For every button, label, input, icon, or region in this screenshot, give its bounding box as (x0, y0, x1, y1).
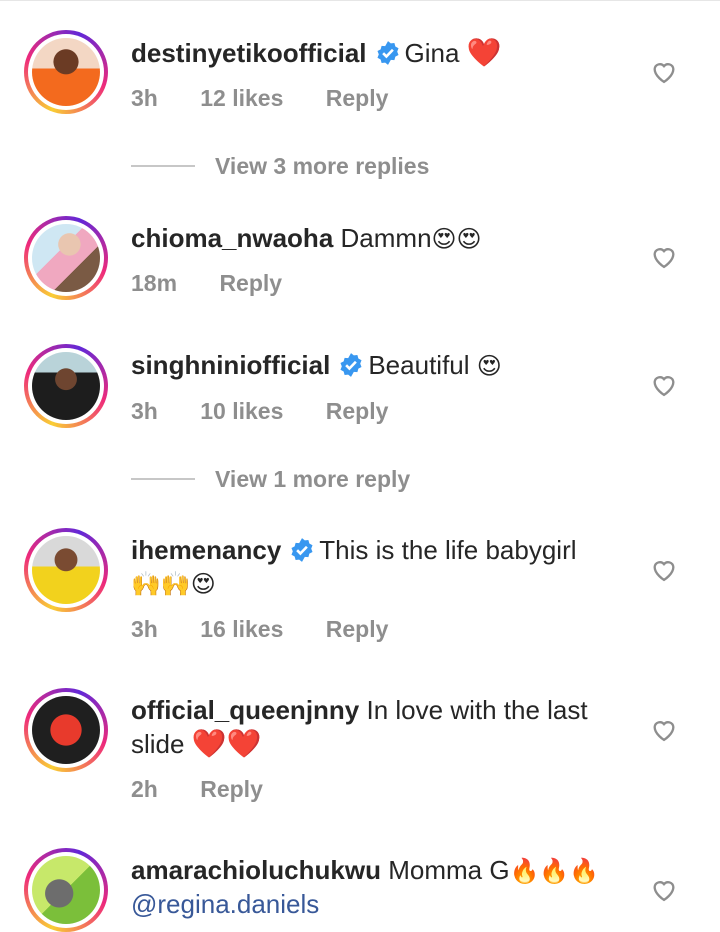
comment-text: Beautiful (368, 350, 470, 380)
timestamp: 3h (131, 85, 158, 111)
comment-body: chioma_nwaoha Dammn😍😍 (131, 222, 631, 256)
avatar[interactable] (24, 344, 108, 428)
verified-badge-icon (291, 538, 313, 562)
comment-text: Dammn (340, 223, 432, 253)
comment-body: destinyetikoofficial Gina ❤️ (131, 36, 631, 70)
likes-count[interactable]: 12 likes (200, 85, 283, 111)
reply-button[interactable]: Reply (219, 270, 282, 296)
username[interactable]: amarachioluchukwu (131, 855, 381, 885)
username[interactable]: official_queenjnny (131, 695, 359, 725)
divider (131, 478, 195, 480)
view-replies-button[interactable]: View 3 more replies (131, 151, 429, 181)
timestamp: 3h (131, 616, 158, 642)
comment-emoji: 😍😍 (431, 225, 482, 253)
timestamp: 18m (131, 270, 178, 296)
timestamp: 2h (131, 776, 158, 802)
comment-emoji: ❤️❤️ (191, 728, 262, 759)
mention-link[interactable]: @regina.daniels (131, 889, 319, 919)
heart-outline-icon[interactable] (650, 58, 678, 86)
likes-count[interactable]: 10 likes (200, 398, 283, 424)
comment-text: Gina (404, 38, 460, 68)
avatar[interactable] (24, 528, 108, 612)
heart-outline-icon[interactable] (650, 371, 678, 399)
comment-meta: 3h 12 likes Reply (131, 85, 424, 112)
reply-button[interactable]: Reply (326, 398, 389, 424)
comment-meta: 2h Reply (131, 776, 299, 803)
divider (0, 0, 720, 1)
heart-outline-icon[interactable] (650, 716, 678, 744)
username[interactable]: singhniniofficial (131, 350, 330, 380)
comment-text: Momma G (388, 855, 510, 885)
avatar[interactable] (24, 848, 108, 932)
comment-body: amarachioluchukwu Momma G🔥🔥🔥 @regina.dani… (131, 854, 631, 921)
comment-emoji: 😍 (476, 352, 502, 380)
view-replies-button[interactable]: View 1 more reply (131, 464, 410, 494)
divider (131, 165, 195, 167)
comment-meta: 3h 10 likes Reply (131, 398, 424, 425)
comment-emoji: 🙌🙌😍 (131, 570, 216, 598)
comment-body: official_queenjnny In love with the last… (131, 694, 631, 761)
reply-button[interactable]: Reply (326, 85, 389, 111)
comment-meta: 3h 16 likes Reply (131, 616, 424, 643)
avatar[interactable] (24, 216, 108, 300)
heart-outline-icon[interactable] (650, 243, 678, 271)
reply-button[interactable]: Reply (200, 776, 263, 802)
comment-emoji: 🔥🔥🔥 (509, 857, 600, 885)
comment-body: ihemenancy This is the life babygirl 🙌🙌😍 (131, 534, 631, 601)
comment-meta: 18m Reply (131, 270, 318, 297)
avatar[interactable] (24, 30, 108, 114)
username[interactable]: chioma_nwaoha (131, 223, 333, 253)
heart-outline-icon[interactable] (650, 556, 678, 584)
comment-emoji: ❤️ (466, 37, 502, 68)
likes-count[interactable]: 16 likes (200, 616, 283, 642)
comment-text: This is the life babygirl (319, 535, 577, 565)
verified-badge-icon (376, 41, 399, 65)
verified-badge-icon (340, 353, 362, 377)
avatar[interactable] (24, 688, 108, 772)
username[interactable]: ihemenancy (131, 535, 281, 565)
heart-outline-icon[interactable] (650, 876, 678, 904)
username[interactable]: destinyetikoofficial (131, 38, 367, 68)
reply-button[interactable]: Reply (326, 616, 389, 642)
timestamp: 3h (131, 398, 158, 424)
comment-body: singhniniofficial Beautiful 😍 (131, 349, 631, 383)
